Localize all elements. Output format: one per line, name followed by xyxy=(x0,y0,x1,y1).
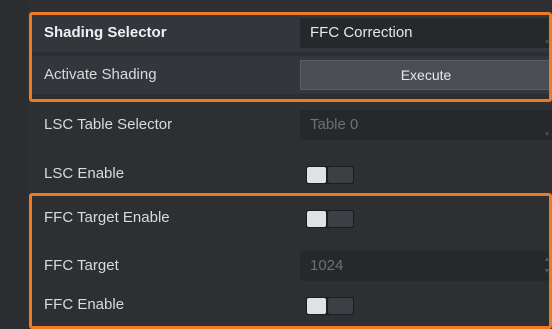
toggle-knob xyxy=(307,211,326,227)
ffc-target-enable-label: FFC Target Enable xyxy=(44,209,170,226)
shading-selector-label: Shading Selector xyxy=(44,24,167,41)
ffc-target-label: FFC Target xyxy=(44,257,119,274)
toggle-track xyxy=(328,211,353,227)
spin-up-icon[interactable]: ▲ xyxy=(543,255,551,265)
ffc-target-enable-toggle[interactable] xyxy=(306,210,354,228)
toggle-track xyxy=(328,298,353,314)
lsc-table-selector-label: LSC Table Selector xyxy=(44,116,173,133)
properties-panel: Shading Selector FFC Correction ▾ Activa… xyxy=(28,0,552,329)
shading-selector-dropdown[interactable]: FFC Correction ▾ xyxy=(300,18,552,48)
activate-shading-label: Activate Shading xyxy=(44,66,157,83)
ffc-enable-label: FFC Enable xyxy=(44,296,125,313)
property-row-activate-shading: Activate Shading Execute xyxy=(28,56,552,94)
toggle-knob xyxy=(307,298,326,314)
ffc-target-value: 1024 xyxy=(310,257,344,274)
property-row-ffc-target-enable: FFC Target Enable xyxy=(28,199,552,237)
spin-down-icon[interactable]: ▼ xyxy=(543,267,551,277)
toggle-track xyxy=(328,167,353,183)
shading-selector-value: FFC Correction xyxy=(310,24,413,41)
dropdown-arrow-icon: ▾ xyxy=(545,131,549,138)
property-row-lsc-enable: LSC Enable xyxy=(28,155,552,193)
lsc-enable-label: LSC Enable xyxy=(44,165,125,182)
execute-button[interactable]: Execute xyxy=(300,60,552,90)
ffc-enable-toggle[interactable] xyxy=(306,297,354,315)
lsc-enable-toggle[interactable] xyxy=(306,166,354,184)
property-row-lsc-table-selector: LSC Table Selector Table 0 ▾ xyxy=(28,106,552,144)
lsc-table-selector-value: Table 0 xyxy=(310,116,359,133)
property-row-shading-selector: Shading Selector FFC Correction ▾ xyxy=(28,14,552,52)
property-row-ffc-enable: FFC Enable xyxy=(28,286,552,324)
ffc-target-input[interactable]: 1024 ▲ ▼ xyxy=(300,251,552,281)
toggle-knob xyxy=(307,167,326,183)
dropdown-arrow-icon: ▾ xyxy=(545,39,549,46)
property-row-ffc-target: FFC Target 1024 ▲ ▼ xyxy=(28,247,552,285)
lsc-table-selector-dropdown[interactable]: Table 0 ▾ xyxy=(300,110,552,140)
